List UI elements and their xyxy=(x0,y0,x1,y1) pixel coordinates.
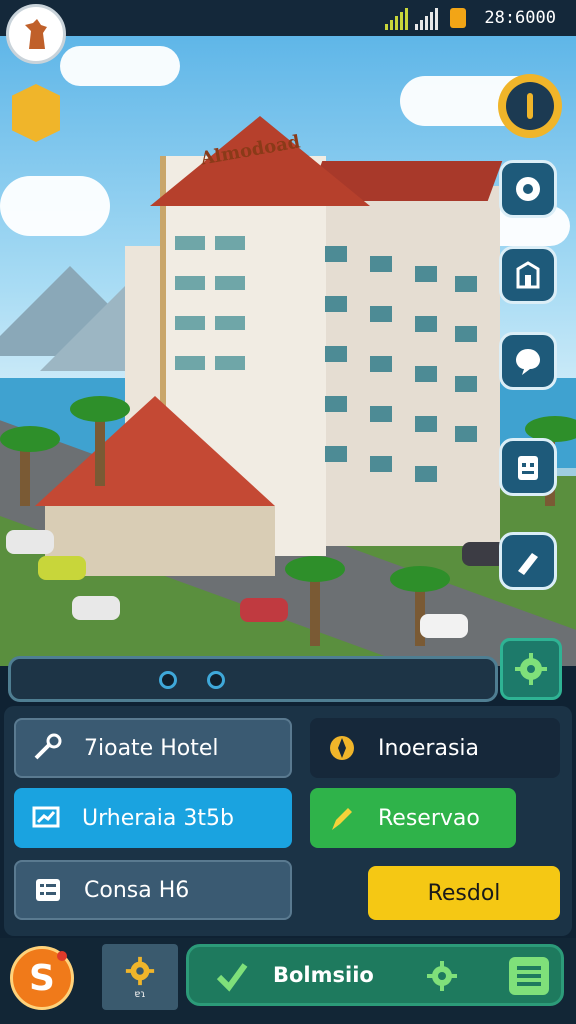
tools-icon xyxy=(30,730,66,766)
private-hotel-button[interactable]: 7ioate Hotel xyxy=(14,718,292,778)
hotel-badge-icon[interactable] xyxy=(12,84,60,142)
info-button[interactable] xyxy=(498,74,562,138)
tab-caption: ɐɿ xyxy=(134,988,146,1000)
schedule-button[interactable] xyxy=(499,438,557,496)
profile-avatar[interactable] xyxy=(6,4,66,64)
battery-icon xyxy=(450,8,466,28)
car xyxy=(240,598,288,622)
building-button[interactable] xyxy=(499,246,557,304)
settings-button[interactable] xyxy=(500,638,562,700)
hotel-wing xyxy=(320,186,500,546)
hotel-scene[interactable]: Almodoad xyxy=(0,36,576,666)
inoerasia-button[interactable]: Inoerasia xyxy=(310,718,560,778)
building-icon xyxy=(516,261,540,289)
action-panel: 7ioate Hotel Inoerasia Urheraia 3t5b Res… xyxy=(4,706,572,936)
car xyxy=(72,596,120,620)
check-icon xyxy=(216,963,248,992)
chart-icon xyxy=(28,800,64,836)
tab-settings[interactable]: ɐɿ xyxy=(102,944,178,1010)
status-time: 28:6000 xyxy=(484,8,556,28)
coin-button[interactable]: S xyxy=(10,946,74,1010)
reservao-button[interactable]: Reservao xyxy=(310,788,516,848)
consa-button[interactable]: Consa H6 xyxy=(14,860,292,920)
urheraia-button[interactable]: Urheraia 3t5b xyxy=(14,788,292,848)
gear-icon[interactable] xyxy=(425,959,459,993)
wifi-icon xyxy=(415,8,438,30)
game-screen: 28:6000 Almodoad 7ioate Hotel Inoerasia … xyxy=(0,0,576,1024)
hotel-roof xyxy=(150,116,370,206)
signal-icon xyxy=(385,8,408,30)
clipboard-icon xyxy=(518,456,538,480)
brush-icon xyxy=(324,800,360,836)
action-bar-label: Bolmsiio xyxy=(273,963,374,987)
chat-icon xyxy=(516,349,540,375)
gear-icon xyxy=(515,653,547,685)
page-dot[interactable] xyxy=(207,671,225,689)
compass-icon xyxy=(324,730,360,766)
car xyxy=(420,614,468,638)
chat-button[interactable] xyxy=(499,332,557,390)
car xyxy=(6,530,54,554)
page-indicator[interactable] xyxy=(8,656,498,702)
menu-icon[interactable] xyxy=(509,957,549,995)
edit-button[interactable] xyxy=(499,532,557,590)
guest-icon xyxy=(516,177,540,201)
page-dot[interactable] xyxy=(159,671,177,689)
status-bar: 28:6000 xyxy=(0,0,576,36)
car xyxy=(38,556,86,580)
horse-icon xyxy=(25,19,47,49)
guest-button[interactable] xyxy=(499,160,557,218)
notification-badge xyxy=(57,951,67,961)
brush-icon xyxy=(518,553,538,575)
info-icon xyxy=(527,93,533,119)
list-icon xyxy=(30,872,66,908)
resdol-button[interactable]: Resdol xyxy=(368,866,560,920)
gear-icon xyxy=(125,956,155,985)
main-action-bar[interactable]: Bolmsiio xyxy=(186,944,564,1006)
coin-icon: S xyxy=(29,957,55,999)
